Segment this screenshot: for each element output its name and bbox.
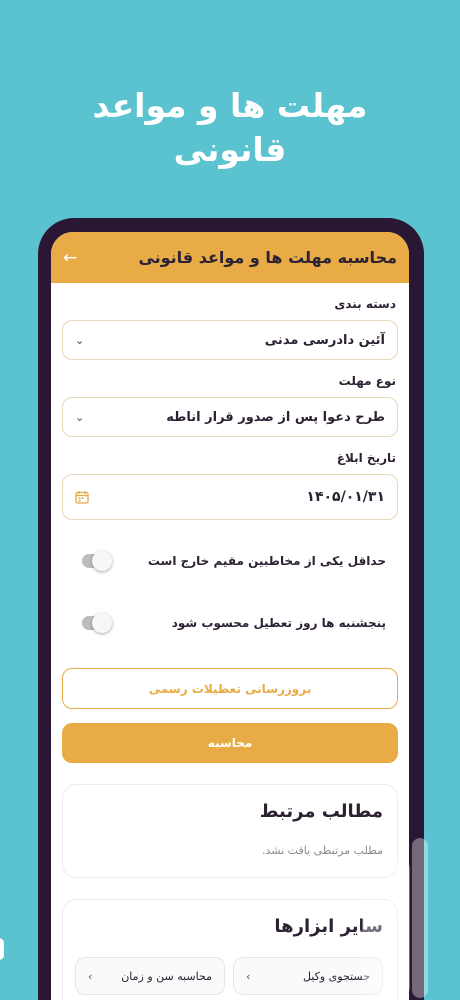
related-title: مطالب مرتبط <box>259 801 383 822</box>
chevron-left-icon: › <box>246 969 251 983</box>
promo-title-line2: قانونی <box>173 130 287 169</box>
tool-lawyer-search[interactable]: جستجوی وکیل › <box>233 957 383 995</box>
page-title: محاسبه مهلت ها و مواعد قانونی <box>138 248 397 267</box>
toggle-row-thursday: پنجشنبه ها روز تعطیل محسوب شود <box>62 592 398 654</box>
category-select[interactable]: آئین دادرسی مدنی ⌄ <box>62 320 398 360</box>
app-bar: محاسبه مهلت ها و مواعد قانونی ← <box>51 232 409 283</box>
promo-title-line1: مهلت ها و مواعد <box>92 86 368 125</box>
toggle-abroad[interactable] <box>82 551 112 571</box>
deadline-type-select[interactable]: طرح دعوا پس از صدور قرار اناطه ⌄ <box>62 397 398 437</box>
notice-date-value: ۱۴۰۵/۰۱/۳۱ <box>306 489 385 505</box>
form: دسته بندی آئین دادرسی مدنی ⌄ نوع مهلت طر… <box>51 297 409 1000</box>
chevron-down-icon: ⌄ <box>75 333 85 347</box>
toggle-row-abroad: حداقل یکی از مخاطبین مقیم خارج است <box>62 530 398 592</box>
decorative-dot <box>0 938 4 960</box>
toggle-abroad-label: حداقل یکی از مخاطبین مقیم خارج است <box>147 554 386 568</box>
arrow-left-icon[interactable]: ← <box>63 248 77 268</box>
category-value: آئین دادرسی مدنی <box>264 332 385 348</box>
tools-card: سایر ابزارها جستجوی وکیل › محاسبه سن و ز… <box>62 899 398 1000</box>
chevron-left-icon: › <box>88 969 93 983</box>
related-empty-text: مطلب مرتبطی یافت نشد. <box>262 844 383 857</box>
tool-label: محاسبه سن و زمان <box>121 969 212 983</box>
promo-title: مهلت ها و مواعد قانونی <box>0 84 460 172</box>
calculate-button[interactable]: محاسبه <box>62 723 398 763</box>
update-holidays-button[interactable]: بروزرسانی تعطیلات رسمی <box>62 668 398 709</box>
calendar-icon[interactable] <box>75 490 89 504</box>
toggle-thursday-label: پنجشنبه ها روز تعطیل محسوب شود <box>171 616 386 630</box>
related-card: مطالب مرتبط مطلب مرتبطی یافت نشد. <box>62 784 398 878</box>
tool-label: جستجوی وکیل <box>302 969 370 983</box>
toggle-thursday[interactable] <box>82 613 112 633</box>
category-label: دسته بندی <box>334 297 396 311</box>
deadline-type-label: نوع مهلت <box>338 374 396 388</box>
brand-logo-watermark <box>362 838 428 998</box>
tool-age-calculator[interactable]: محاسبه سن و زمان › <box>75 957 225 995</box>
tools-list: جستجوی وکیل › محاسبه سن و زمان › <box>63 957 383 995</box>
tools-title: سایر ابزارها <box>274 916 383 937</box>
deadline-type-value: طرح دعوا پس از صدور قرار اناطه <box>166 409 385 425</box>
chevron-down-icon: ⌄ <box>75 410 85 424</box>
app-screen: محاسبه مهلت ها و مواعد قانونی ← دسته بند… <box>51 232 409 1000</box>
notice-date-label: تاریخ ابلاغ <box>336 451 396 465</box>
notice-date-field[interactable]: ۱۴۰۵/۰۱/۳۱ <box>62 474 398 520</box>
